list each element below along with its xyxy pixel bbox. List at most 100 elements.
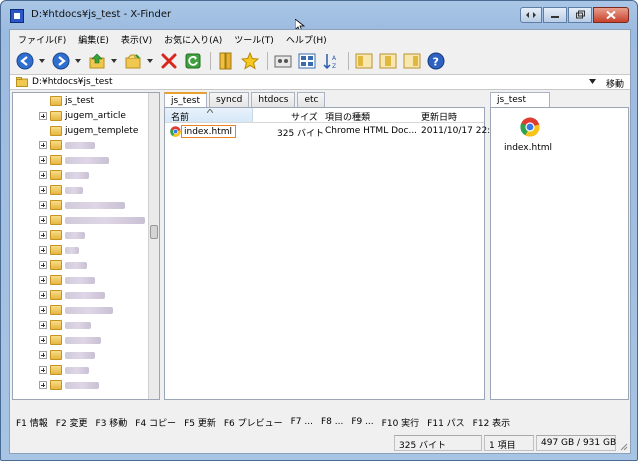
restore-button[interactable] <box>568 7 592 23</box>
fkey-f9[interactable]: F9 ... <box>351 417 373 427</box>
preview-file-name[interactable]: index.html <box>504 143 552 153</box>
pane-center-button[interactable] <box>377 50 399 72</box>
tree-item[interactable] <box>13 169 153 182</box>
tree-item[interactable] <box>13 304 153 317</box>
tree-scrollbar[interactable] <box>148 93 159 399</box>
pane-right-button[interactable] <box>401 50 423 72</box>
expand-icon[interactable] <box>39 231 47 239</box>
chevron-down-icon[interactable] <box>589 79 596 84</box>
sort-button[interactable]: AZ <box>320 50 342 72</box>
expand-icon[interactable] <box>39 246 47 254</box>
forward-button[interactable] <box>50 50 72 72</box>
tab-syncd[interactable]: syncd <box>208 92 250 107</box>
view-button[interactable] <box>272 50 294 72</box>
back-dropdown[interactable] <box>38 50 46 72</box>
table-row[interactable]: index.html 325 バイト Chrome HTML Doc... 20… <box>165 125 490 139</box>
expand-icon[interactable] <box>39 321 47 329</box>
expand-icon[interactable] <box>39 261 47 269</box>
details-button[interactable] <box>296 50 318 72</box>
favorites-button[interactable] <box>239 50 261 72</box>
tree-item-jugem-templete[interactable]: jugem_templete <box>13 125 153 138</box>
expand-icon[interactable] <box>39 141 47 149</box>
tree-item[interactable] <box>13 214 153 227</box>
tree-item[interactable] <box>13 364 153 377</box>
expand-icon[interactable] <box>39 381 47 389</box>
expand-icon[interactable] <box>39 366 47 374</box>
extra-window-button[interactable] <box>520 7 542 23</box>
column-modified[interactable]: 更新日時 <box>421 110 457 123</box>
menu-help[interactable]: ヘルプ(H) <box>286 33 327 46</box>
address-input[interactable]: D:¥htdocs¥js_test <box>32 77 112 87</box>
expand-icon[interactable] <box>39 156 47 164</box>
refresh-button[interactable] <box>182 50 204 72</box>
fkey-f11[interactable]: F11 パス <box>427 416 465 429</box>
address-bar[interactable]: D:¥htdocs¥js_test 移動 <box>10 74 630 90</box>
expand-icon[interactable] <box>39 186 47 194</box>
column-size[interactable]: サイズ <box>291 110 318 123</box>
expand-icon[interactable] <box>39 171 47 179</box>
resize-grip-icon[interactable] <box>618 441 628 451</box>
tree-item[interactable] <box>13 154 153 167</box>
expand-icon[interactable] <box>39 291 47 299</box>
fkey-f10[interactable]: F10 実行 <box>382 416 420 429</box>
forward-dropdown[interactable] <box>74 50 82 72</box>
pane-left-button[interactable] <box>353 50 375 72</box>
tab-htdocs[interactable]: htdocs <box>251 92 296 107</box>
tree-item[interactable] <box>13 274 153 287</box>
tree-item-jugem-article[interactable]: jugem_article <box>13 110 153 123</box>
tree-item[interactable] <box>13 334 153 347</box>
tree-item[interactable] <box>13 199 153 212</box>
delete-button[interactable] <box>158 50 180 72</box>
title-bar[interactable]: D:¥htdocs¥js_test - X-Finder <box>1 1 637 33</box>
tab-etc[interactable]: etc <box>297 92 326 107</box>
menu-edit[interactable]: 編集(E) <box>78 33 109 46</box>
menu-view[interactable]: 表示(V) <box>121 33 152 46</box>
fkey-f1[interactable]: F1 情報 <box>16 416 48 429</box>
new-folder-dropdown[interactable] <box>146 50 154 72</box>
fkey-f3[interactable]: F3 移動 <box>96 416 128 429</box>
tree-item[interactable] <box>13 244 153 257</box>
new-folder-button[interactable] <box>122 50 144 72</box>
preview-tab[interactable]: js_test <box>490 92 550 107</box>
pane-right-icon <box>403 53 421 69</box>
minimize-button[interactable] <box>543 7 567 23</box>
fkey-f7[interactable]: F7 ... <box>291 417 313 427</box>
bookmark-button[interactable] <box>215 50 237 72</box>
expand-icon[interactable] <box>39 276 47 284</box>
fkey-f6[interactable]: F6 プレビュー <box>224 416 283 429</box>
tree-scrollbar-thumb[interactable] <box>150 225 158 239</box>
expand-icon[interactable] <box>39 351 47 359</box>
back-button[interactable] <box>14 50 36 72</box>
tree-item-js-test[interactable]: js_test <box>13 95 153 108</box>
expand-icon[interactable] <box>39 216 47 224</box>
help-button[interactable]: ? <box>425 50 447 72</box>
menu-file[interactable]: ファイル(F) <box>18 33 66 46</box>
tree-item[interactable] <box>13 259 153 272</box>
fkey-f8[interactable]: F8 ... <box>321 417 343 427</box>
fkey-f2[interactable]: F2 変更 <box>56 416 88 429</box>
fkey-f5[interactable]: F5 更新 <box>184 416 216 429</box>
file-name[interactable]: index.html <box>181 125 236 138</box>
fkey-f4[interactable]: F4 コピー <box>135 416 176 429</box>
menu-favorites[interactable]: お気に入り(A) <box>164 33 222 46</box>
fkey-f12[interactable]: F12 表示 <box>473 416 511 429</box>
up-folder-dropdown[interactable] <box>110 50 118 72</box>
tree-item[interactable] <box>13 319 153 332</box>
tree-item[interactable] <box>13 184 153 197</box>
expand-icon[interactable] <box>39 336 47 344</box>
expand-icon[interactable] <box>39 306 47 314</box>
menu-tools[interactable]: ツール(T) <box>234 33 274 46</box>
up-folder-button[interactable] <box>86 50 108 72</box>
tree-item[interactable] <box>13 379 153 392</box>
close-button[interactable] <box>593 7 629 23</box>
tree-item[interactable] <box>13 349 153 362</box>
tree-item[interactable] <box>13 289 153 302</box>
go-button[interactable]: 移動 <box>606 77 624 90</box>
tree-item[interactable] <box>13 229 153 242</box>
tree-item[interactable] <box>13 139 153 152</box>
help-icon: ? <box>427 52 445 70</box>
column-type[interactable]: 項目の種類 <box>325 110 370 123</box>
expand-icon[interactable] <box>39 201 47 209</box>
expand-icon[interactable] <box>39 112 47 120</box>
tab-js-test[interactable]: js_test <box>164 92 207 107</box>
